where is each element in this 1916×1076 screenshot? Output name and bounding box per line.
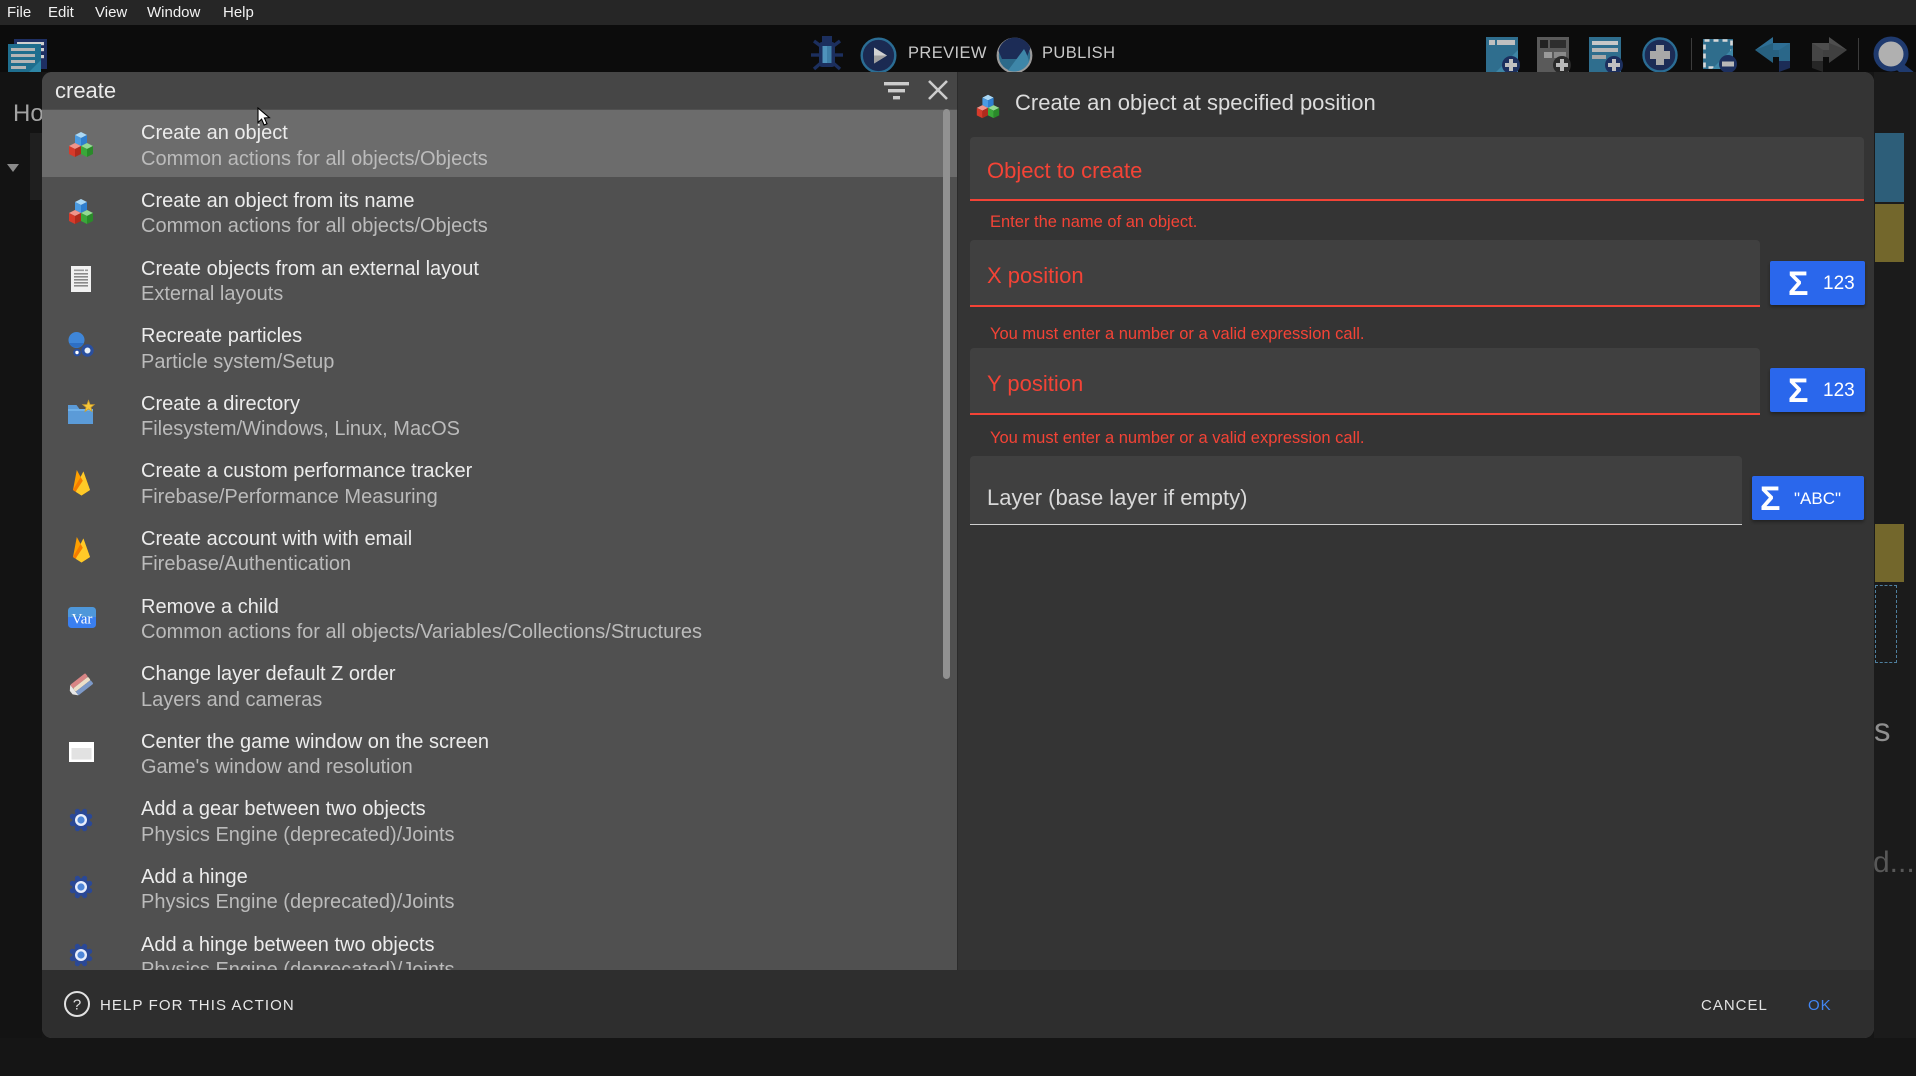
svg-text:Var: Var — [72, 611, 93, 627]
svg-text:?: ? — [73, 997, 81, 1014]
